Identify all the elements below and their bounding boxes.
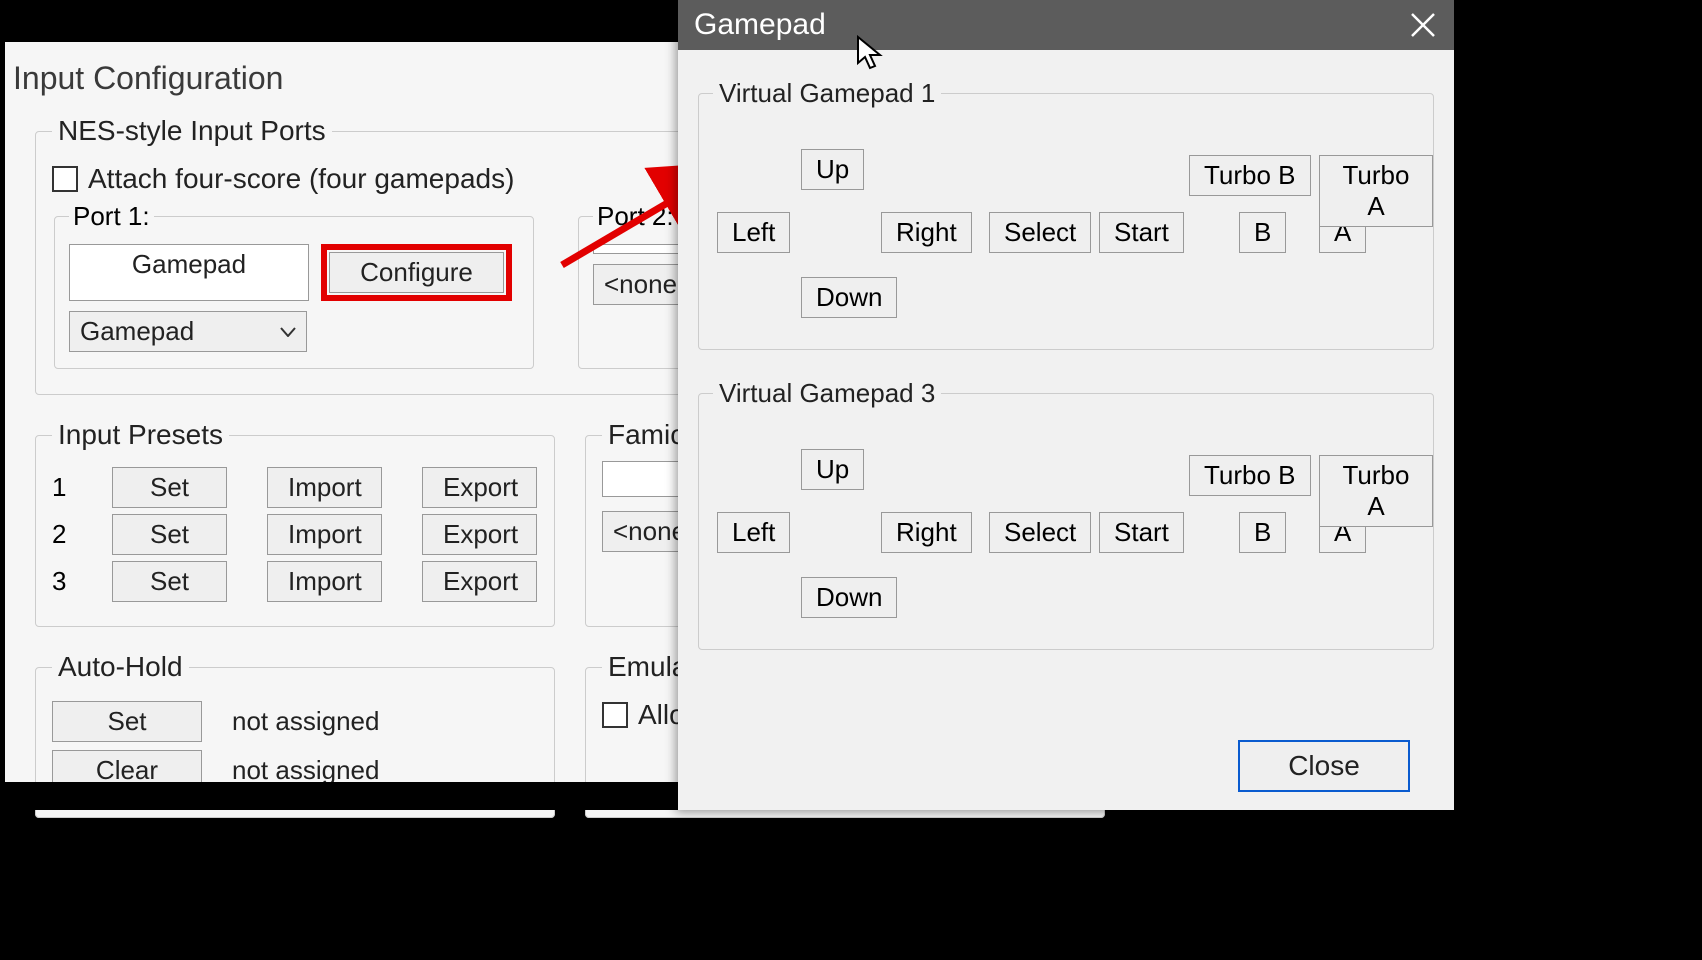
- vg1-left-button[interactable]: Left: [717, 212, 790, 253]
- vg3-up-button[interactable]: Up: [801, 449, 864, 490]
- preset3-export-button[interactable]: Export: [422, 561, 537, 602]
- preset-num: 3: [52, 566, 72, 597]
- port1-legend: Port 1:: [69, 201, 154, 232]
- autohold-set-status: not assigned: [232, 706, 379, 737]
- vg3-start-button[interactable]: Start: [1099, 512, 1184, 553]
- vg1-right-button[interactable]: Right: [881, 212, 972, 253]
- preset1-import-button[interactable]: Import: [267, 467, 382, 508]
- vg1-up-button[interactable]: Up: [801, 149, 864, 190]
- four-score-checkbox[interactable]: [52, 166, 78, 192]
- preset2-set-button[interactable]: Set: [112, 514, 227, 555]
- port1-display: Gamepad: [69, 244, 309, 301]
- vg3-right-button[interactable]: Right: [881, 512, 972, 553]
- preset1-export-button[interactable]: Export: [422, 467, 537, 508]
- autohold-legend: Auto-Hold: [52, 651, 189, 683]
- gamepad-dialog: Gamepad Virtual Gamepad 1 Up Left Right …: [678, 0, 1454, 810]
- preset2-import-button[interactable]: Import: [267, 514, 382, 555]
- vg3-select-button[interactable]: Select: [989, 512, 1091, 553]
- vg3-left-button[interactable]: Left: [717, 512, 790, 553]
- preset3-set-button[interactable]: Set: [112, 561, 227, 602]
- vg1-turbo-a-button[interactable]: Turbo A: [1319, 155, 1433, 227]
- preset-num: 1: [52, 472, 72, 503]
- port1-configure-button[interactable]: Configure: [329, 252, 504, 293]
- input-presets-group: Input Presets 1 Set Import Export 2 Set …: [35, 419, 555, 627]
- vg1-legend: Virtual Gamepad 1: [713, 78, 941, 109]
- dialog-close-button[interactable]: Close: [1238, 740, 1410, 792]
- port1-select-value: Gamepad: [80, 316, 194, 347]
- vg3-turbo-b-button[interactable]: Turbo B: [1189, 455, 1311, 496]
- preset3-import-button[interactable]: Import: [267, 561, 382, 602]
- virtual-gamepad-3: Virtual Gamepad 3 Up Left Right Down Sel…: [698, 378, 1434, 650]
- preset-num: 2: [52, 519, 72, 550]
- configure-highlight: Configure: [321, 244, 512, 301]
- nes-ports-legend: NES-style Input Ports: [52, 115, 332, 147]
- vg1-start-button[interactable]: Start: [1099, 212, 1184, 253]
- allow-checkbox[interactable]: [602, 702, 628, 728]
- vg3-b-button[interactable]: B: [1239, 512, 1286, 553]
- port2-legend: Port 2:: [593, 201, 678, 232]
- chevron-down-icon: [280, 320, 296, 343]
- autohold-set-button[interactable]: Set: [52, 701, 202, 742]
- virtual-gamepad-1: Virtual Gamepad 1 Up Left Right Down Sel…: [698, 78, 1434, 350]
- vg1-select-button[interactable]: Select: [989, 212, 1091, 253]
- input-presets-legend: Input Presets: [52, 419, 229, 451]
- dialog-titlebar[interactable]: Gamepad: [678, 0, 1454, 50]
- vg1-turbo-b-button[interactable]: Turbo B: [1189, 155, 1311, 196]
- close-icon[interactable]: [1408, 10, 1438, 40]
- vg1-down-button[interactable]: Down: [801, 277, 897, 318]
- preset1-set-button[interactable]: Set: [112, 467, 227, 508]
- vg3-legend: Virtual Gamepad 3: [713, 378, 941, 409]
- port1-select[interactable]: Gamepad: [69, 311, 307, 352]
- dialog-title: Gamepad: [694, 8, 826, 42]
- vg3-down-button[interactable]: Down: [801, 577, 897, 618]
- vg1-b-button[interactable]: B: [1239, 212, 1286, 253]
- vg3-turbo-a-button[interactable]: Turbo A: [1319, 455, 1433, 527]
- four-score-label: Attach four-score (four gamepads): [88, 163, 514, 195]
- preset2-export-button[interactable]: Export: [422, 514, 537, 555]
- port1-group: Port 1: Gamepad Configure Gamepad: [54, 201, 534, 369]
